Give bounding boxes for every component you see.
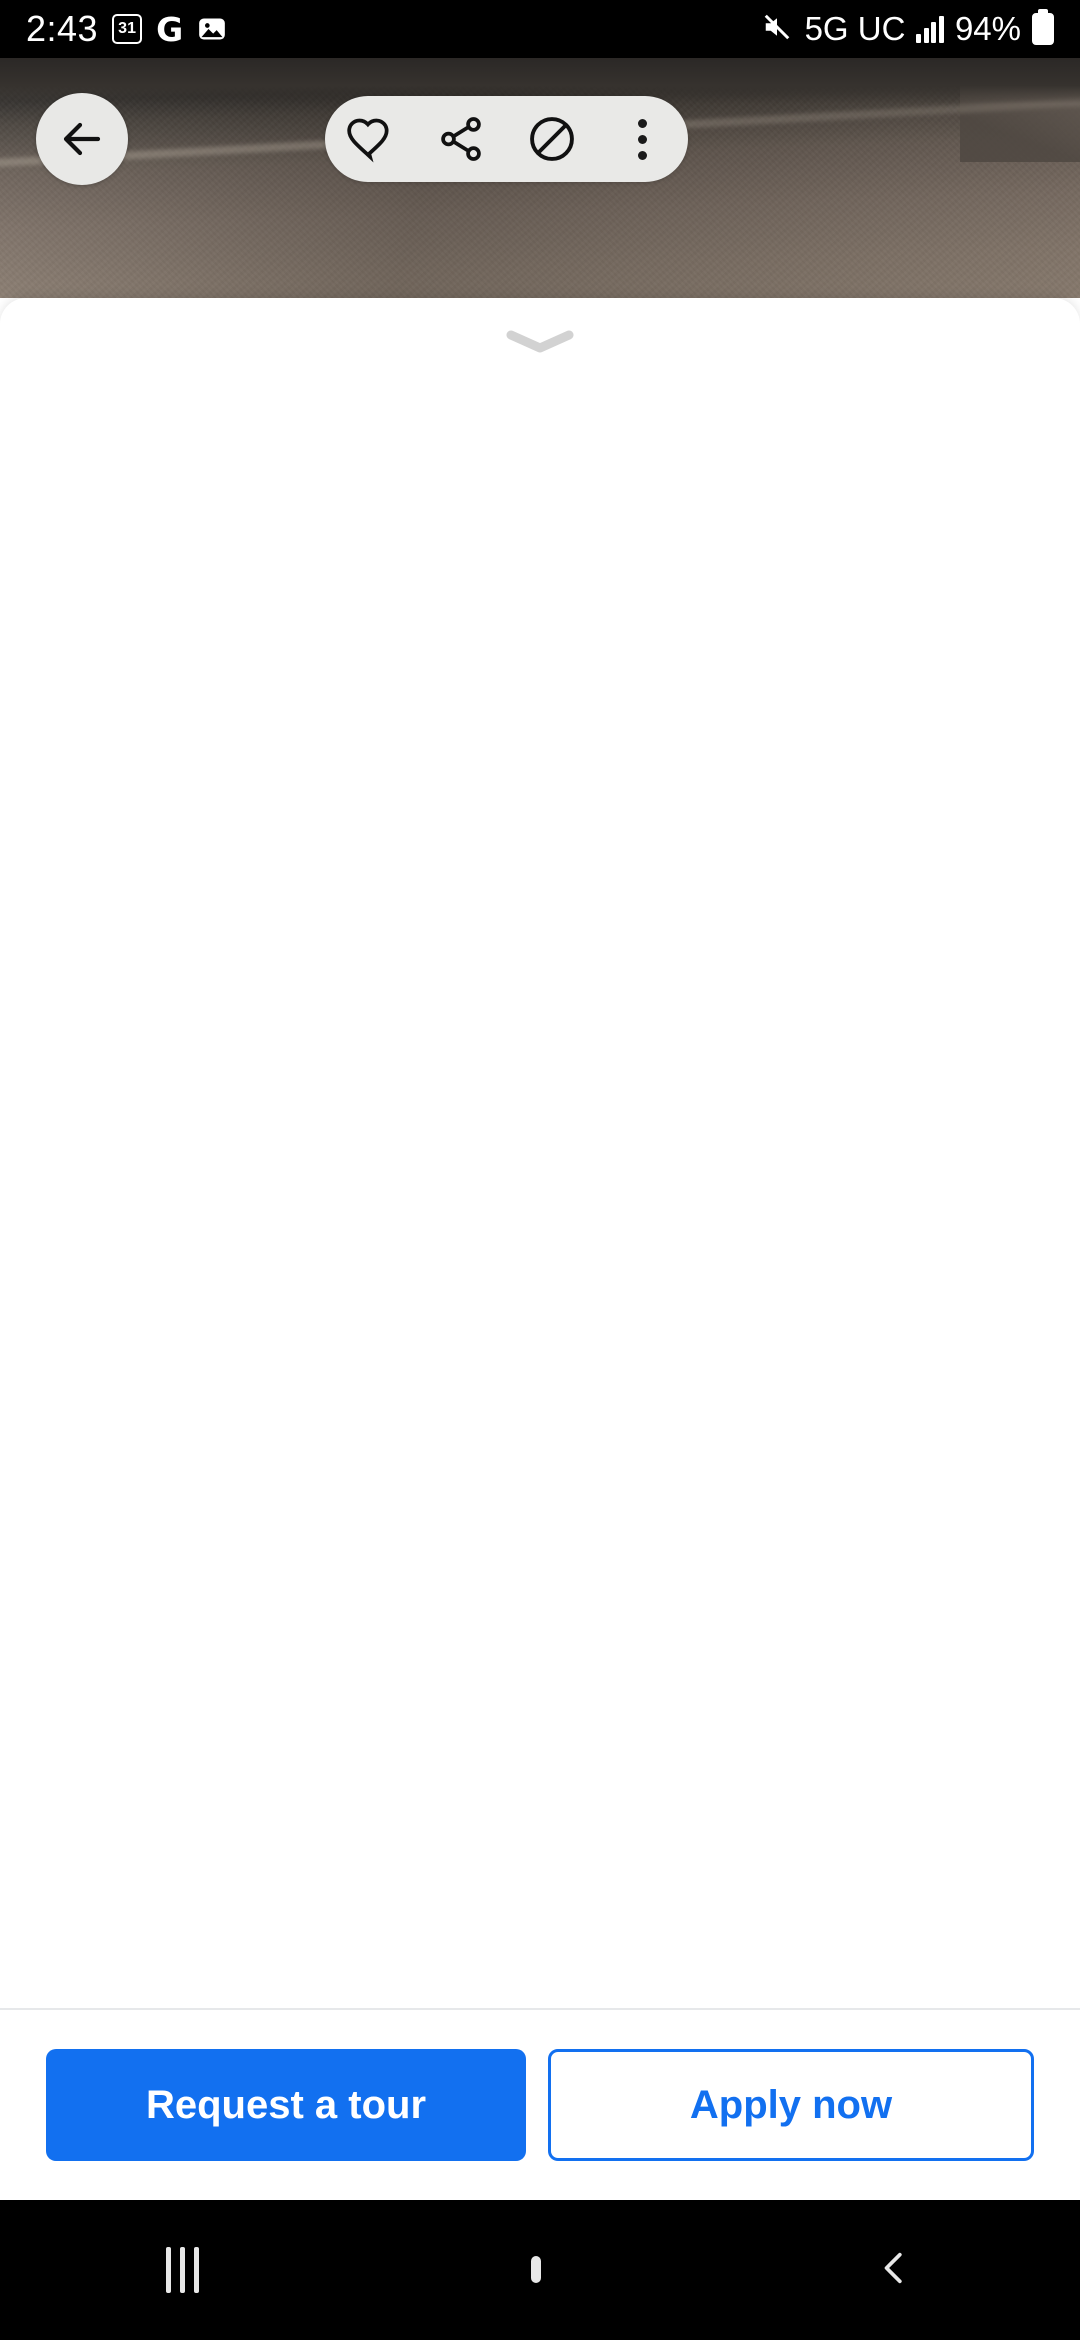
status-bar: 2:43 31 G 5G UC 94% [0, 0, 1080, 58]
heart-icon [347, 118, 389, 163]
android-nav-bar [0, 2200, 1080, 2340]
back-button[interactable] [36, 93, 128, 185]
share-icon [441, 117, 481, 161]
favorite-button[interactable] [331, 96, 409, 182]
sheet-collapse-handle[interactable] [505, 330, 575, 354]
home-button[interactable] [531, 2256, 542, 2283]
request-a-tour-button[interactable]: Request a tour [46, 2049, 526, 2161]
network-type: 5G UC [804, 10, 906, 47]
details-sheet [0, 298, 1080, 2008]
calendar-icon: 31 [112, 14, 143, 44]
mute-icon [760, 12, 794, 47]
hide-listing-button[interactable] [513, 96, 591, 182]
status-bar-left: 2:43 31 G [26, 8, 227, 50]
status-bar-right: 5G UC 94% [760, 10, 1054, 48]
share-button[interactable] [422, 96, 500, 182]
more-vertical-icon [638, 118, 648, 160]
home-icon [531, 2256, 542, 2283]
back-arrow-icon [63, 122, 101, 156]
chevron-down-icon [506, 330, 574, 353]
photo-action-bar [325, 96, 688, 182]
google-icon: G [156, 9, 184, 49]
nav-back-icon [884, 2252, 902, 2283]
recents-button[interactable] [166, 2247, 200, 2293]
battery-icon [1032, 13, 1054, 45]
calendar-day-number: 31 [118, 20, 136, 37]
nav-back-button[interactable] [874, 2244, 914, 2297]
more-options-button[interactable] [604, 96, 682, 182]
bottom-action-bar: Request a tour Apply now [0, 2008, 1080, 2200]
recents-icon [166, 2247, 200, 2293]
photos-icon [197, 15, 227, 43]
status-time: 2:43 [26, 8, 99, 49]
battery-percent: 94% [954, 10, 1021, 47]
signal-bars-icon [916, 15, 944, 43]
block-circle-slash-icon [529, 117, 574, 161]
apply-now-button[interactable]: Apply now [548, 2049, 1034, 2161]
